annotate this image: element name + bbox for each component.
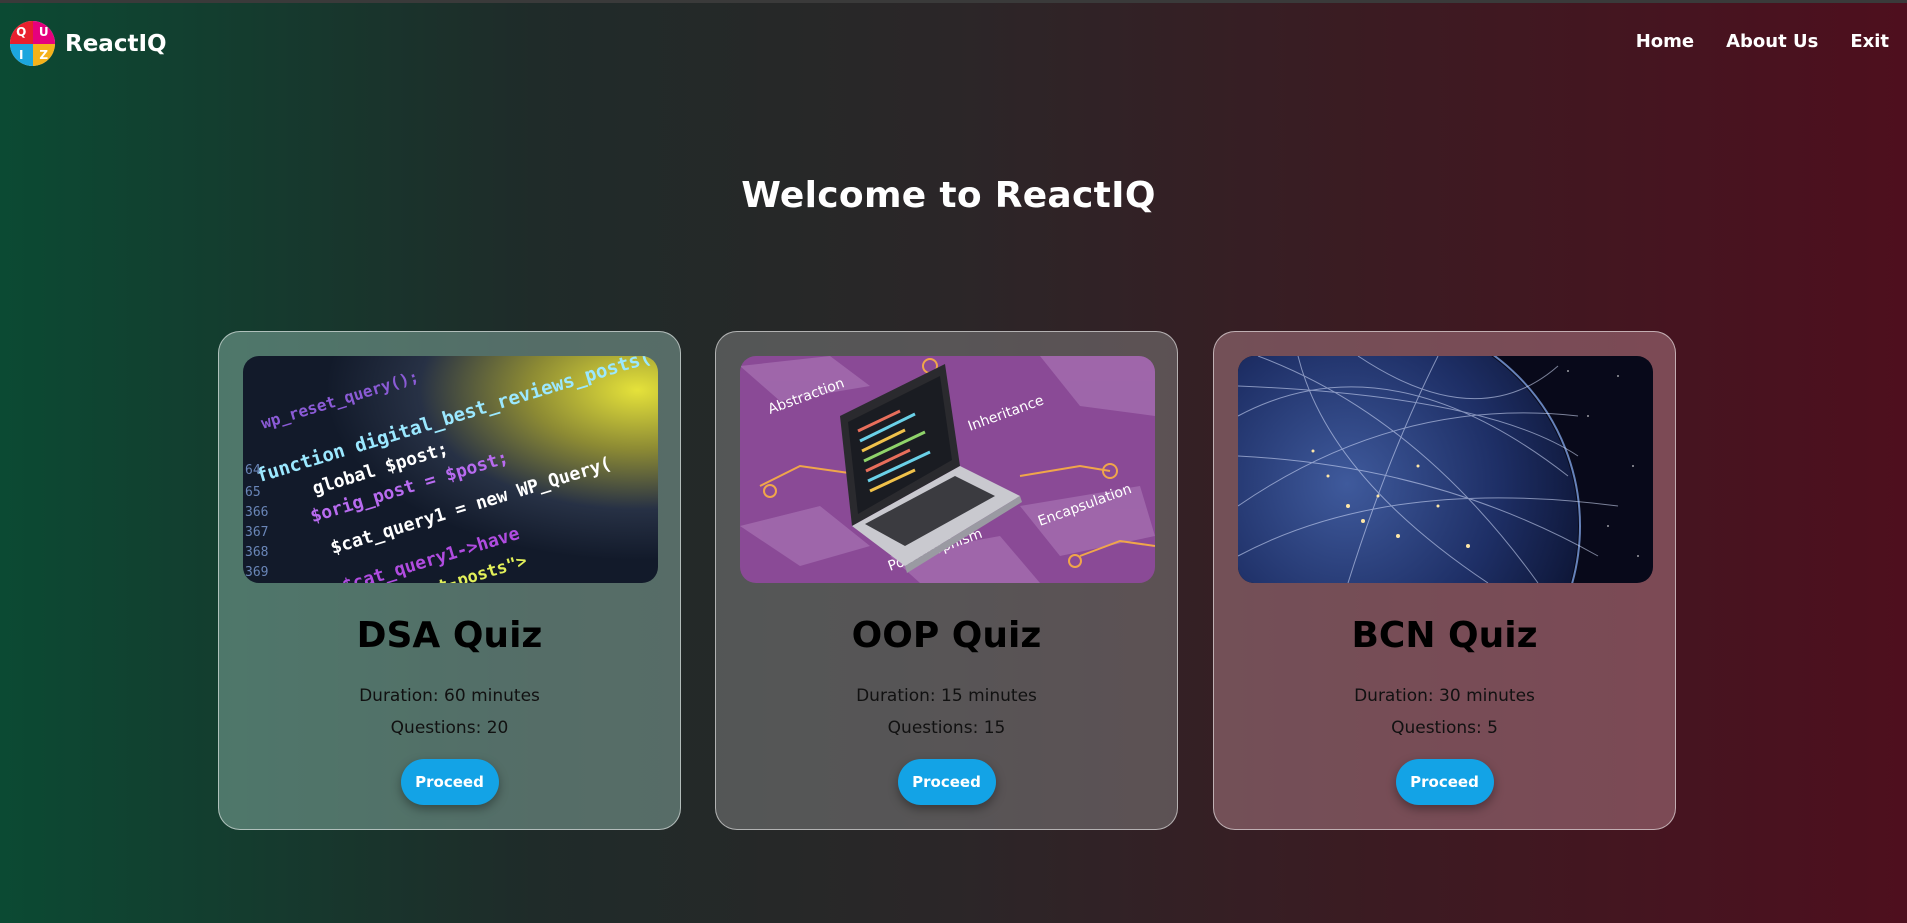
oop-laptop-image: Abstraction Inheritance Polymorphism Enc… <box>740 356 1155 583</box>
nav-home-link[interactable]: Home <box>1636 31 1694 52</box>
quiz-card-dsa: wp_reset_query(); function digital_best_… <box>218 331 681 830</box>
proceed-button-oop[interactable]: Proceed <box>897 759 996 805</box>
brand-name: ReactIQ <box>65 30 167 57</box>
quiz-duration: Duration: 15 minutes <box>856 686 1037 706</box>
line-number: 369 <box>245 565 268 580</box>
logo-letter-z: Z <box>32 43 55 66</box>
page-title: Welcome to ReactIQ <box>741 175 1156 216</box>
brand[interactable]: Q U I Z ReactIQ <box>10 21 167 66</box>
quiz-questions: Questions: 20 <box>390 718 509 738</box>
quiz-questions: Questions: 15 <box>887 718 1006 738</box>
quiz-title: DSA Quiz <box>356 615 543 656</box>
logo-letter-u: U <box>32 21 55 44</box>
proceed-button-dsa[interactable]: Proceed <box>400 759 499 805</box>
line-number: 366 <box>245 505 268 520</box>
dsa-code-image: wp_reset_query(); function digital_best_… <box>243 356 658 583</box>
line-number: 65 <box>245 485 261 500</box>
quiz-questions: Questions: 5 <box>1391 718 1498 738</box>
quiz-title: OOP Quiz <box>851 615 1042 656</box>
bcn-globe-image <box>1238 356 1653 583</box>
line-number: 367 <box>245 525 268 540</box>
quiz-duration: Duration: 60 minutes <box>359 686 540 706</box>
quiz-card-oop: Abstraction Inheritance Polymorphism Enc… <box>715 331 1178 830</box>
nav-about-link[interactable]: About Us <box>1726 31 1818 52</box>
logo-letter-q: Q <box>10 21 33 44</box>
line-number: 64 <box>245 463 261 478</box>
quiz-card-bcn: BCN Quiz Duration: 30 minutes Questions:… <box>1213 331 1676 830</box>
logo-letter-i: I <box>10 43 33 66</box>
navbar: Q U I Z ReactIQ Home About Us Exit <box>0 0 1907 88</box>
quiz-duration: Duration: 30 minutes <box>1354 686 1535 706</box>
quiz-logo-icon: Q U I Z <box>10 21 55 66</box>
line-number: 368 <box>245 545 268 560</box>
nav-exit-link[interactable]: Exit <box>1850 31 1889 52</box>
quiz-title: BCN Quiz <box>1351 615 1538 656</box>
nav-links: Home About Us Exit <box>1636 31 1889 52</box>
proceed-button-bcn[interactable]: Proceed <box>1395 759 1494 805</box>
